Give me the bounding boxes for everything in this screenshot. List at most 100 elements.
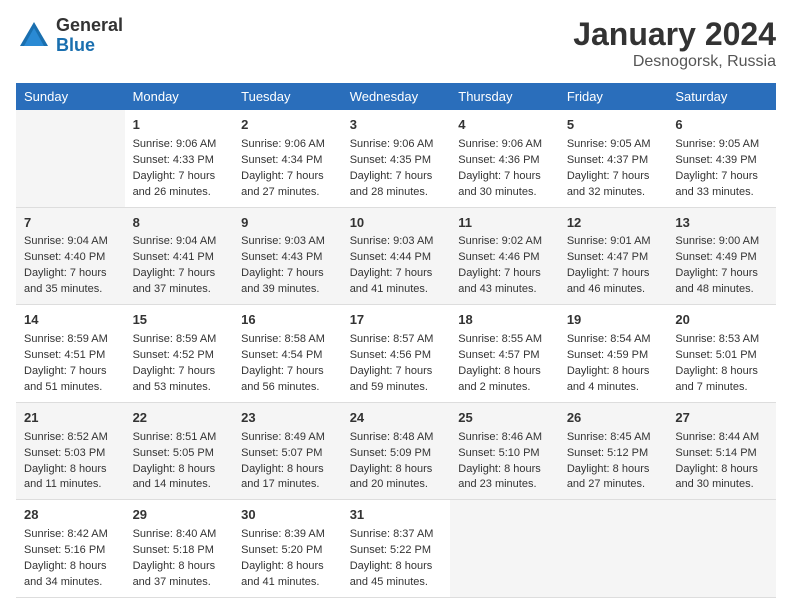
sunrise-time: Sunrise: 8:53 AM [675,333,759,345]
day-number: 14 [24,311,117,330]
day-number: 24 [350,409,443,428]
day-number: 15 [133,311,226,330]
sunset-time: Sunset: 5:22 PM [350,544,431,556]
daylight-hours: Daylight: 7 hours and 56 minutes. [241,365,324,393]
day-number: 10 [350,214,443,233]
day-number: 29 [133,506,226,525]
calendar-cell: 15Sunrise: 8:59 AMSunset: 4:52 PMDayligh… [125,305,234,403]
column-header-wednesday: Wednesday [342,83,451,110]
sunset-time: Sunset: 5:01 PM [675,349,756,361]
daylight-hours: Daylight: 7 hours and 41 minutes. [350,267,433,295]
sunset-time: Sunset: 4:35 PM [350,154,431,166]
day-number: 7 [24,214,117,233]
daylight-hours: Daylight: 7 hours and 32 minutes. [567,170,650,198]
day-number: 23 [241,409,334,428]
sunset-time: Sunset: 4:37 PM [567,154,648,166]
day-number: 6 [675,116,768,135]
sunset-time: Sunset: 5:09 PM [350,447,431,459]
day-number: 28 [24,506,117,525]
daylight-hours: Daylight: 7 hours and 48 minutes. [675,267,758,295]
sunset-time: Sunset: 4:43 PM [241,251,322,263]
calendar-cell: 7Sunrise: 9:04 AMSunset: 4:40 PMDaylight… [16,207,125,305]
calendar-cell [16,110,125,207]
day-number: 25 [458,409,551,428]
daylight-hours: Daylight: 8 hours and 20 minutes. [350,463,433,491]
sunrise-time: Sunrise: 8:46 AM [458,431,542,443]
calendar-cell: 16Sunrise: 8:58 AMSunset: 4:54 PMDayligh… [233,305,342,403]
calendar-cell: 12 Sunrise: 9:01 AM Sunset: 4:47 PM Dayligh… [559,207,668,305]
sunset-time: Sunset: 5:07 PM [241,447,322,459]
sunset-time: Sunset: 5:14 PM [675,447,756,459]
sunrise-time: Sunrise: 8:49 AM [241,431,325,443]
sunset-time: Sunset: 4:49 PM [675,251,756,263]
sunrise-time: Sunrise: 8:42 AM [24,528,108,540]
calendar-cell: 26Sunrise: 8:45 AMSunset: 5:12 PMDayligh… [559,402,668,500]
sunrise-time: Sunrise: 8:52 AM [24,431,108,443]
logo-blue: Blue [56,35,95,55]
calendar-cell: 9Sunrise: 9:03 AMSunset: 4:43 PMDaylight… [233,207,342,305]
calendar-week-row: 28Sunrise: 8:42 AMSunset: 5:16 PMDayligh… [16,500,776,598]
calendar-cell: 5 Sunrise: 9:05 AM Sunset: 4:37 PM Daylight… [559,110,668,207]
sunset-time: Sunset: 4:54 PM [241,349,322,361]
calendar-cell: 23 Sunrise: 8:49 AM Sunset: 5:07 PM Dayligh… [233,402,342,500]
daylight-hours: Daylight: 8 hours and 45 minutes. [350,560,433,588]
sunrise-time: Sunrise: 8:55 AM [458,333,542,345]
day-number: 19 [567,311,660,330]
column-header-thursday: Thursday [450,83,559,110]
sunset-time: Sunset: 5:18 PM [133,544,214,556]
daylight-hours: Daylight: 8 hours and 30 minutes. [675,463,758,491]
calendar-cell: 8Sunrise: 9:04 AMSunset: 4:41 PMDaylight… [125,207,234,305]
calendar-subtitle: Desnogorsk, Russia [573,53,776,71]
column-header-monday: Monday [125,83,234,110]
daylight-hours: Daylight: 8 hours and 2 minutes. [458,365,541,393]
day-number: 5 [567,116,660,135]
sunrise-time: Sunrise: 8:44 AM [675,431,759,443]
sunrise-time: Sunrise: 9:06 AM [350,138,434,150]
title-section: January 2024 Desnogorsk, Russia [573,16,776,71]
sunset-time: Sunset: 4:34 PM [241,154,322,166]
column-header-tuesday: Tuesday [233,83,342,110]
calendar-cell: 3Sunrise: 9:06 AMSunset: 4:35 PMDaylight… [342,110,451,207]
calendar-cell: 18 Sunrise: 8:55 AM Sunset: 4:57 PM Dayligh… [450,305,559,403]
day-number: 1 [133,116,226,135]
daylight-hours: Daylight: 7 hours and 43 minutes. [458,267,541,295]
sunset-time: Sunset: 4:57 PM [458,349,539,361]
calendar-cell: 30Sunrise: 8:39 AMSunset: 5:20 PMDayligh… [233,500,342,598]
sunrise-time: Sunrise: 9:06 AM [458,138,542,150]
sunrise-time: Sunrise: 8:51 AM [133,431,217,443]
calendar-cell: 1Sunrise: 9:06 AMSunset: 4:33 PMDaylight… [125,110,234,207]
daylight-hours: Daylight: 7 hours and 30 minutes. [458,170,541,198]
sunrise-time: Sunrise: 9:03 AM [241,235,325,247]
sunrise-time: Sunrise: 8:40 AM [133,528,217,540]
day-number: 13 [675,214,768,233]
day-number: 30 [241,506,334,525]
calendar-week-row: 14Sunrise: 8:59 AMSunset: 4:51 PMDayligh… [16,305,776,403]
sunset-time: Sunset: 4:39 PM [675,154,756,166]
daylight-hours: Daylight: 8 hours and 37 minutes. [133,560,216,588]
sunrise-time: Sunrise: 9:05 AM [567,138,651,150]
sunset-time: Sunset: 4:40 PM [24,251,105,263]
sunset-time: Sunset: 4:47 PM [567,251,648,263]
day-number: 12 [567,214,660,233]
daylight-hours: Daylight: 7 hours and 26 minutes. [133,170,216,198]
sunset-time: Sunset: 5:12 PM [567,447,648,459]
sunset-time: Sunset: 4:46 PM [458,251,539,263]
calendar-cell: 21Sunrise: 8:52 AMSunset: 5:03 PMDayligh… [16,402,125,500]
day-number: 17 [350,311,443,330]
calendar-table: SundayMondayTuesdayWednesdayThursdayFrid… [16,83,776,598]
calendar-header-row: SundayMondayTuesdayWednesdayThursdayFrid… [16,83,776,110]
sunset-time: Sunset: 4:36 PM [458,154,539,166]
calendar-week-row: 21Sunrise: 8:52 AMSunset: 5:03 PMDayligh… [16,402,776,500]
sunrise-time: Sunrise: 9:01 AM [567,235,651,247]
daylight-hours: Daylight: 7 hours and 46 minutes. [567,267,650,295]
sunrise-time: Sunrise: 8:58 AM [241,333,325,345]
daylight-hours: Daylight: 8 hours and 17 minutes. [241,463,324,491]
day-number: 18 [458,311,551,330]
sunrise-time: Sunrise: 8:57 AM [350,333,434,345]
sunrise-time: Sunrise: 9:05 AM [675,138,759,150]
calendar-cell: 2Sunrise: 9:06 AMSunset: 4:34 PMDaylight… [233,110,342,207]
sunrise-time: Sunrise: 8:54 AM [567,333,651,345]
day-number: 4 [458,116,551,135]
day-number: 20 [675,311,768,330]
day-number: 31 [350,506,443,525]
